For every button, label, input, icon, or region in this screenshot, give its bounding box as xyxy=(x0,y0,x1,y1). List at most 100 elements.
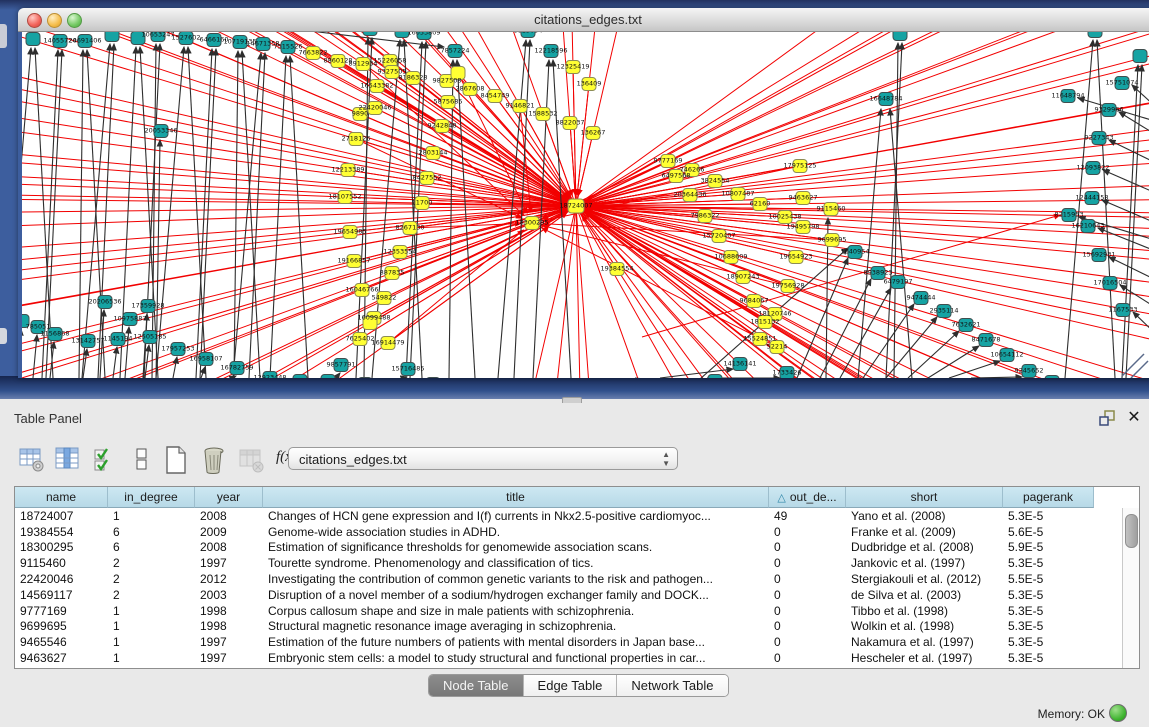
new-table-icon[interactable] xyxy=(162,445,190,475)
cell-pagerank: 5.3E-5 xyxy=(1003,509,1094,523)
graph-node-label: 11700 xyxy=(412,200,433,207)
table-row[interactable]: 911546021997Tourette syndrome. Phenomeno… xyxy=(15,555,1121,571)
window-titlebar[interactable]: citations_edges.txt xyxy=(18,8,1149,32)
row-height-icon[interactable] xyxy=(128,445,156,475)
scrollbar-thumb[interactable] xyxy=(1125,514,1138,548)
table-row[interactable]: 1456911722003Disruption of a novel membe… xyxy=(15,587,1121,603)
network-canvas[interactable]: 1405572420691406106532471527602646616010… xyxy=(22,32,1149,378)
cell-pagerank: 5.3E-5 xyxy=(1003,556,1094,570)
graph-node-label: 19495798 xyxy=(786,224,819,231)
graph-node[interactable] xyxy=(321,374,336,378)
table-row[interactable]: 1872400712008Changes of HCN gene express… xyxy=(15,508,1121,524)
graph-node-label: 12093822 xyxy=(1076,165,1109,172)
table-vertical-scrollbar[interactable] xyxy=(1122,508,1139,668)
cell-short: Jankovic et al. (1997) xyxy=(846,556,1003,570)
delete-attribute-icon[interactable] xyxy=(200,445,228,475)
graph-node-label: 9827508 xyxy=(433,78,462,85)
cell-name: 19384554 xyxy=(15,525,108,539)
graph-node-label: 12213389 xyxy=(331,167,364,174)
cell-name: 9777169 xyxy=(15,604,108,618)
graph-node-label: 16648784 xyxy=(869,96,902,103)
cell-out_de: 0 xyxy=(769,556,846,570)
column-header-in_degree[interactable]: in_degree xyxy=(108,487,195,508)
graph-node[interactable] xyxy=(893,32,908,41)
graph-node-label: 7632621 xyxy=(952,322,981,329)
graph-node[interactable] xyxy=(26,32,41,46)
window-title: citations_edges.txt xyxy=(18,12,1149,27)
memory-status-indicator[interactable] xyxy=(1109,704,1127,722)
tab-network-table[interactable]: Network Table xyxy=(617,675,727,696)
graph-node-label: 9777169 xyxy=(654,158,683,165)
cell-short: Tibbo et al. (1998) xyxy=(846,604,1003,618)
close-panel-icon[interactable]: ✕ xyxy=(1125,407,1143,427)
cell-title: Genome-wide association studies in ADHD. xyxy=(263,525,769,539)
graph-node-label: 18107552 xyxy=(328,194,361,201)
graph-node-label: 15524851 xyxy=(743,336,776,343)
graph-node-label: 20364436 xyxy=(673,192,706,199)
float-panel-icon[interactable] xyxy=(1099,410,1116,427)
graph-node-label: 16543382 xyxy=(360,83,393,90)
dropdown-stepper-icon: ▲▼ xyxy=(662,450,670,468)
table-row[interactable]: 977716911998Corpus callosum shape and si… xyxy=(15,603,1121,619)
table-row[interactable]: 1830029562008Estimation of significance … xyxy=(15,540,1121,556)
graph-node[interactable] xyxy=(105,32,120,42)
tab-node-table[interactable]: Node Table xyxy=(429,675,524,696)
graph-node-label: 1588532 xyxy=(529,111,558,118)
column-header-name[interactable]: name xyxy=(15,487,108,508)
column-header-short[interactable]: short xyxy=(846,487,1003,508)
graph-node-label: 6497568 xyxy=(662,173,691,180)
graph-node-label: 17016504 xyxy=(1093,280,1126,287)
column-header-year[interactable]: year xyxy=(195,487,263,508)
graph-node-label: 8267130 xyxy=(396,225,425,232)
tab-edge-table[interactable]: Edge Table xyxy=(524,675,618,696)
graph-node-label: 136267 xyxy=(581,130,606,137)
cell-out_de: 0 xyxy=(769,572,846,586)
column-select-icon[interactable] xyxy=(54,445,82,475)
table-row[interactable]: 946362711997Embryonic stem cells: a mode… xyxy=(15,650,1121,666)
table-row[interactable]: 946554611997Estimation of the future num… xyxy=(15,634,1121,650)
cell-short: Franke et al. (2009) xyxy=(846,525,1003,539)
table-row[interactable]: 1938455462009Genome-wide association stu… xyxy=(15,524,1121,540)
graph-node[interactable] xyxy=(426,377,441,378)
cell-short: Stergiakouli et al. (2012) xyxy=(846,572,1003,586)
table-panel-header: Table Panel ✕ xyxy=(0,403,1149,435)
column-header-pagerank[interactable]: pagerank xyxy=(1003,487,1094,508)
graph-node[interactable] xyxy=(1133,49,1148,63)
table-selector-dropdown[interactable]: citations_edges.txt ▲▼ xyxy=(288,447,678,470)
graph-node-label: 9329966 xyxy=(1095,107,1124,114)
table-body: 1872400712008Changes of HCN gene express… xyxy=(15,508,1121,666)
cell-out_de: 0 xyxy=(769,635,846,649)
table-type-tabs: Node TableEdge TableNetwork Table xyxy=(428,674,729,697)
cell-name: 14569117 xyxy=(15,588,108,602)
table-row[interactable]: 2242004622012Investigating the contribut… xyxy=(15,571,1121,587)
column-header-title[interactable]: title xyxy=(263,487,769,508)
table-toolbar: f(x) citations_edges.txt ▲▼ xyxy=(10,441,1140,483)
column-header-out_de[interactable]: △out_de... xyxy=(769,487,846,508)
graph-node-label: 549822 xyxy=(372,295,397,302)
graph-node-label: 1527602 xyxy=(172,35,201,42)
graph-node-label: 7857224 xyxy=(441,48,470,55)
graph-node-label: 6479197 xyxy=(884,279,913,286)
graph-node-label: 18724007 xyxy=(559,203,592,210)
graph-node-label: 16914479 xyxy=(371,340,404,347)
cell-title: Structural magnetic resonance image aver… xyxy=(263,619,769,633)
table-row[interactable]: 969969511998Structural magnetic resonanc… xyxy=(15,619,1121,635)
cell-pagerank: 5.3E-5 xyxy=(1003,635,1094,649)
graph-node[interactable] xyxy=(363,32,378,36)
select-columns-check-icon[interactable] xyxy=(92,445,120,475)
graph-node[interactable] xyxy=(1088,32,1103,38)
graph-node-label: 19384554 xyxy=(600,266,633,273)
graph-node[interactable] xyxy=(358,377,373,378)
graph-node-label: 1733426 xyxy=(773,370,802,377)
graph-node[interactable] xyxy=(1045,375,1060,378)
graph-node-label: 12325419 xyxy=(556,64,589,71)
graph-node-label: 8471678 xyxy=(972,337,1001,344)
graph-node-label: 10025438 xyxy=(768,214,801,221)
graph-node[interactable] xyxy=(708,374,723,378)
table-settings-icon[interactable] xyxy=(18,445,46,475)
table-panel: Table Panel ✕ f(x) xyxy=(0,403,1149,727)
graph-node-label: 10654112 xyxy=(990,352,1023,359)
graph-node[interactable] xyxy=(293,374,308,378)
cell-pagerank: 5.3E-5 xyxy=(1003,604,1094,618)
left-panel-tab[interactable] xyxy=(0,328,7,344)
